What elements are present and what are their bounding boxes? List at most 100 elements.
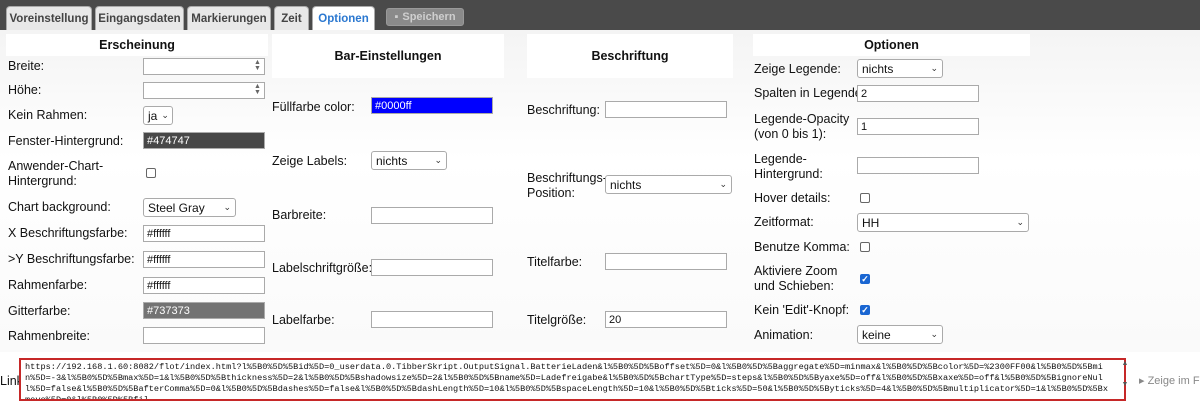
barbreite-input[interactable] [371,207,493,224]
y-farbe-value: #ffffff [147,253,171,266]
link-url-textarea[interactable]: https://192.168.1.60:8082/flot/index.htm… [19,358,1126,401]
gitterfarbe-label: Gitterfarbe: [8,304,71,318]
titelgroesse-value: 20 [609,313,622,326]
rahmenfarbe-label: Rahmenfarbe: [8,278,88,292]
y-farbe-label: >Y Beschriftungsfarbe: [8,252,135,266]
spalten-input[interactable]: 2 [857,85,979,102]
y-farbe-input[interactable]: #ffffff [143,251,265,268]
zeige-legende-label: Zeige Legende: [754,62,841,76]
hover-checkbox[interactable] [860,193,870,203]
gitterfarbe-input[interactable]: #737373 [143,302,265,319]
opacity-label: Legende-Opacity (von 0 bis 1): [754,112,850,141]
floppy-icon: ▪ [394,11,399,23]
scrollbar[interactable]: ▲ ▼ [1120,360,1130,400]
anwender-bg-label: Anwender-Chart-Hintergrund: [8,159,104,188]
chart-bg-select[interactable]: Steel Gray ⌄ [143,198,236,217]
spalten-value: 2 [861,87,868,100]
hover-label: Hover details: [754,191,831,205]
section-title-optionen: Optionen [753,34,1030,56]
legende-bg-input[interactable] [857,157,979,174]
spinner-icon[interactable]: ▲ ▼ [253,59,262,73]
komma-checkbox[interactable] [860,242,870,252]
labelschrift-label: Labelschriftgröße: [272,261,373,275]
fuellfarbe-label: Füllfarbe color: [272,100,355,114]
labelfarbe-input[interactable] [371,311,493,328]
edit-label: Kein 'Edit'-Knopf: [754,303,850,317]
labelfarbe-label: Labelfarbe: [272,313,335,327]
anwender-bg-checkbox[interactable] [146,168,156,178]
tab-zeit[interactable]: Zeit [274,6,309,30]
zeige-legende-select[interactable]: nichts ⌄ [857,59,943,78]
breite-label: Breite: [8,59,45,73]
chevron-down-icon: ⌄ [161,110,169,120]
animation-value: keine [862,327,891,342]
beschriftung-label: Beschriftung: [527,103,600,117]
chevron-down-icon: ⌄ [223,202,231,212]
hoehe-input[interactable]: ▲ ▼ [143,82,265,99]
zeige-labels-select[interactable]: nichts ⌄ [371,151,447,170]
spinner-icon[interactable]: ▲ ▼ [253,83,262,97]
chevron-down-icon: ⌄ [930,63,938,73]
labelschrift-input[interactable] [371,259,493,276]
titelgroesse-input[interactable]: 20 [605,311,727,328]
chevron-down-icon: ⌄ [1016,217,1024,227]
rahmenbreite-label: Rahmenbreite: [8,329,90,343]
zeige-labels-value: nichts [376,153,408,168]
barbreite-label: Barbreite: [272,208,327,222]
fenster-bg-value: #474747 [147,134,190,147]
chart-bg-value: Steel Gray [148,200,205,215]
chevron-down-icon: ⌄ [434,155,442,165]
edit-checkbox[interactable]: ✓ [860,305,870,315]
beschriftungs-position-select[interactable]: nichts ⌄ [605,175,732,194]
spalten-label: Spalten in Legende: [754,86,866,100]
kein-rahmen-value: ja [148,108,158,123]
zeige-labels-label: Zeige Labels: [272,154,348,168]
zoom-checkbox[interactable]: ✓ [860,274,870,284]
kein-rahmen-select[interactable]: ja ⌄ [143,106,173,125]
breite-input[interactable]: ▲ ▼ [143,58,265,75]
chart-bg-label: Chart background: [8,200,111,214]
rahmenfarbe-input[interactable]: #ffffff [143,277,265,294]
zeige-legende-value: nichts [862,61,894,76]
beschriftungs-position-value: nichts [610,177,642,192]
titelgroesse-label: Titelgröße: [527,313,587,327]
tab-optionen[interactable]: Optionen [312,6,375,31]
fenster-bg-input[interactable]: #474747 [143,132,265,149]
fenster-bg-label: Fenster-Hintergrund: [8,134,124,148]
show-link-label: Zeige im F [1147,375,1200,387]
options-panel: Erscheinung Breite: ▲ ▼ Höhe: ▲ ▼ Kein Rah… [0,30,1200,352]
section-title-beschriftung: Beschriftung [527,34,733,78]
gitterfarbe-value: #737373 [147,304,190,317]
zoom-label: Aktiviere Zoom und Schieben: [754,264,838,293]
zeitformat-select[interactable]: HH ⌄ [857,213,1029,232]
opacity-value: 1 [861,120,868,133]
beschriftungs-position-label: Beschriftungs-Position: [527,171,607,200]
titelfarbe-label: Titelfarbe: [527,255,583,269]
tab-bar: Voreinstellung Eingangsdaten Markierunge… [0,0,1200,31]
show-link-button[interactable]: ▸ Zeige im F [1139,374,1200,387]
legende-bg-label: Legende-Hintergrund: [754,152,823,181]
titelfarbe-input[interactable] [605,253,727,270]
tab-eingangsdaten[interactable]: Eingangsdaten [95,6,184,30]
rahmenbreite-input[interactable] [143,327,265,344]
save-button-label: Speichern [402,11,456,23]
beschriftung-input[interactable] [605,101,727,118]
tab-markierungen[interactable]: Markierungen [187,6,271,30]
zeitformat-label: Zeitformat: [754,215,814,229]
fuellfarbe-input[interactable]: #0000ff [371,97,493,114]
x-farbe-input[interactable]: #ffffff [143,225,265,242]
x-farbe-label: X Beschriftungsfarbe: [8,226,128,240]
link-bar: Link https://192.168.1.60:8082/flot/inde… [0,352,1200,403]
play-icon: ▸ [1139,375,1148,387]
zeitformat-value: HH [862,215,880,230]
animation-label: Animation: [754,328,814,342]
kein-rahmen-label: Kein Rahmen: [8,108,88,122]
chevron-down-icon: ⌄ [719,179,727,189]
tab-voreinstellung[interactable]: Voreinstellung [6,6,92,30]
opacity-input[interactable]: 1 [857,118,979,135]
section-title-bar: Bar-Einstellungen [272,34,504,78]
animation-select[interactable]: keine ⌄ [857,325,943,344]
save-button[interactable]: ▪ Speichern [386,8,464,26]
chevron-down-icon: ⌄ [930,329,938,339]
section-title-erscheinung: Erscheinung [6,34,268,56]
